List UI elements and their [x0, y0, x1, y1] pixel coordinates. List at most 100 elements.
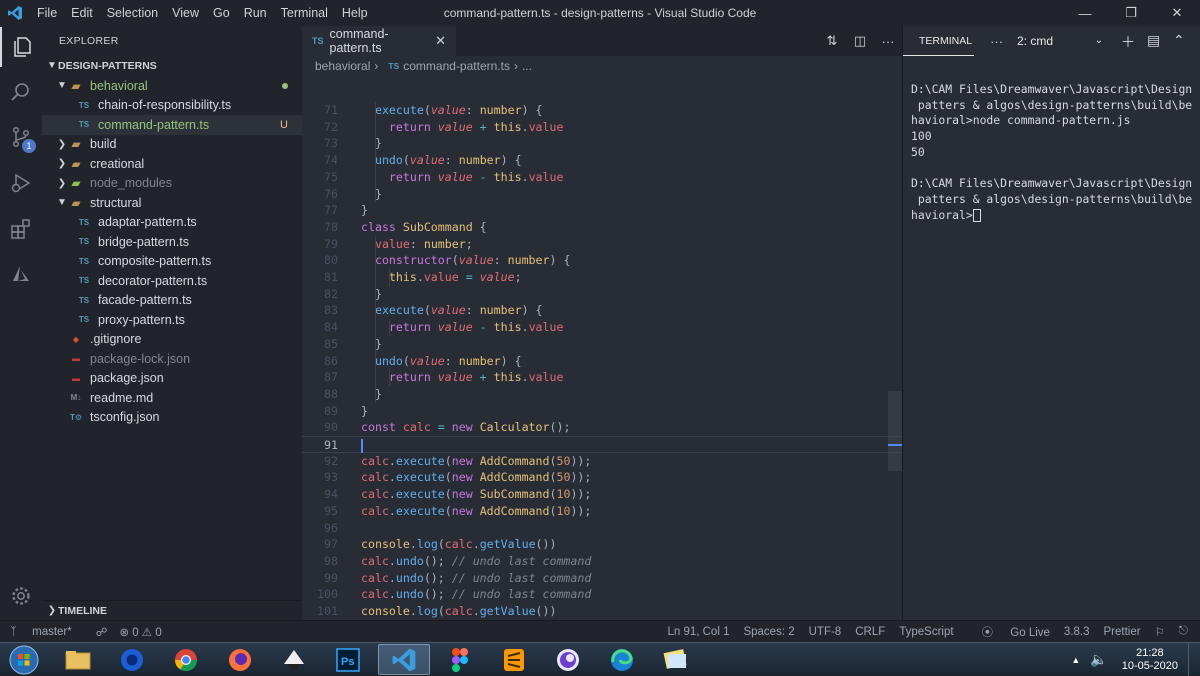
file-tree-item[interactable]: TS bridge-pattern.ts — [42, 232, 302, 252]
menu-item-run[interactable]: Run — [237, 0, 274, 26]
source-control-icon[interactable]: 1 — [0, 117, 42, 157]
split-terminal-icon[interactable]: ▤ — [1147, 32, 1160, 49]
settings-gear-icon[interactable] — [0, 576, 42, 616]
code-line[interactable]: 80 constructor(value: number) { — [302, 252, 902, 269]
maximize-panel-icon[interactable]: ⌃ — [1173, 32, 1185, 49]
problems-indicator[interactable]: ⊗ 0 ⚠ 0 — [119, 625, 161, 639]
close-window-icon[interactable]: ✕ — [1154, 0, 1200, 26]
cursor-position[interactable]: Ln 91, Col 1 — [667, 626, 729, 638]
menu-item-help[interactable]: Help — [335, 0, 375, 26]
file-tree-item[interactable]: TS facade-pattern.ts — [42, 291, 302, 311]
file-tree-item[interactable]: ▼ ▰ structural — [42, 193, 302, 213]
code-line[interactable]: 100 calc.undo(); // undo last command — [302, 586, 902, 603]
minimize-icon[interactable]: — — [1062, 0, 1108, 26]
branch-indicator[interactable]: ᛉ master* — [10, 626, 84, 638]
code-line[interactable]: 75 return value - this.value — [302, 169, 902, 186]
code-line[interactable]: 88 } — [302, 386, 902, 403]
volume-icon[interactable]: 🔈 — [1090, 651, 1107, 668]
terminal-shell-select[interactable]: 2: cmd ⌄ — [1017, 31, 1107, 51]
chrome-taskbar-icon[interactable] — [160, 644, 212, 675]
inkscape-taskbar-icon[interactable] — [268, 644, 320, 675]
search-icon[interactable] — [0, 72, 42, 112]
code-line[interactable]: 98 calc.undo(); // undo last command — [302, 553, 902, 570]
code-line[interactable]: 92 calc.execute(new AddCommand(50)); — [302, 453, 902, 470]
vertical-scrollbar[interactable] — [888, 102, 902, 620]
firefox-dev-taskbar-icon[interactable] — [106, 644, 158, 675]
code-line[interactable]: 99 calc.undo(); // undo last command — [302, 570, 902, 587]
timeline-section[interactable]: ❯ TIMELINE — [42, 600, 302, 620]
tray-expand-icon[interactable]: ▲ — [1071, 655, 1080, 665]
extensions-icon[interactable] — [0, 209, 42, 249]
code-line[interactable]: 84 return value - this.value — [302, 319, 902, 336]
code-line[interactable]: 76 } — [302, 186, 902, 203]
code-line[interactable]: 89} — [302, 403, 902, 420]
start-button-icon[interactable] — [2, 644, 46, 675]
breadcrumb-file[interactable]: command-pattern.ts — [403, 56, 510, 76]
code-line[interactable]: 74 undo(value: number) { — [302, 152, 902, 169]
app-circle-taskbar-icon[interactable] — [542, 644, 594, 675]
live-share-icon[interactable]: ☍ — [96, 625, 108, 639]
sublime-text-taskbar-icon[interactable] — [488, 644, 540, 675]
prettier-status[interactable]: Prettier — [1104, 626, 1141, 638]
language-mode[interactable]: TypeScript — [899, 626, 953, 638]
code-line[interactable]: 95 calc.execute(new AddCommand(10)); — [302, 503, 902, 520]
file-tree-item[interactable]: ▬ package.json — [42, 369, 302, 389]
file-tree-item[interactable]: TS composite-pattern.ts — [42, 252, 302, 272]
file-tree-item[interactable]: TS proxy-pattern.ts — [42, 310, 302, 330]
file-tree-item[interactable]: TS command-pattern.ts U — [42, 115, 302, 135]
figma-taskbar-icon[interactable] — [434, 644, 486, 675]
code-line[interactable]: 78 class SubCommand { — [302, 219, 902, 236]
clock[interactable]: 21:28 10-05-2020 — [1122, 647, 1178, 673]
file-tree-item[interactable]: TS decorator-pattern.ts — [42, 271, 302, 291]
file-tree-item[interactable]: ❯ ▰ node_modules — [42, 174, 302, 194]
menu-item-edit[interactable]: Edit — [64, 0, 100, 26]
code-line[interactable]: 96 — [302, 520, 902, 537]
show-desktop-button[interactable] — [1188, 643, 1200, 676]
explorer-icon[interactable] — [0, 27, 42, 67]
notes-taskbar-icon[interactable] — [650, 644, 702, 675]
code-line[interactable]: 93 calc.execute(new AddCommand(50)); — [302, 469, 902, 486]
new-terminal-plus-icon[interactable]: ＋ — [1121, 32, 1135, 52]
tab-terminal[interactable]: TERMINAL — [903, 26, 975, 56]
file-tree-item[interactable]: T⚙ tsconfig.json — [42, 408, 302, 428]
encoding[interactable]: UTF-8 — [809, 626, 842, 638]
code-line[interactable]: 71 execute(value: number) { — [302, 102, 902, 119]
typescript-version[interactable]: 3.8.3 — [1064, 626, 1090, 638]
file-tree-item[interactable]: ❯ ▰ build — [42, 135, 302, 155]
code-line[interactable]: 81 this.value = value; — [302, 269, 902, 286]
explorer-root-section[interactable]: ▼ DESIGN-PATTERNS — [42, 56, 302, 76]
breadcrumb-folder[interactable]: behavioral — [315, 56, 370, 76]
file-tree-item[interactable]: ▬ package-lock.json — [42, 349, 302, 369]
code-line[interactable]: 82 } — [302, 286, 902, 303]
close-tab-icon[interactable]: ✕ — [435, 33, 446, 49]
file-tree-item[interactable]: TS adaptar-pattern.ts — [42, 213, 302, 233]
code-line[interactable]: 94 calc.execute(new SubCommand(10)); — [302, 486, 902, 503]
terminal-output[interactable]: D:\CAM Files\Dreamwaver\Javascript\Desig… — [903, 56, 1200, 223]
scrollbar-thumb[interactable] — [888, 391, 902, 471]
azure-icon[interactable] — [0, 254, 42, 294]
menu-item-selection[interactable]: Selection — [100, 0, 165, 26]
tab-command-pattern[interactable]: TS command-pattern.ts ✕ — [302, 26, 456, 56]
indentation[interactable]: Spaces: 2 — [743, 626, 794, 638]
code-line[interactable]: 97 console.log(calc.getValue()) — [302, 536, 902, 553]
menu-item-terminal[interactable]: Terminal — [274, 0, 335, 26]
menu-item-go[interactable]: Go — [206, 0, 237, 26]
menu-item-file[interactable]: File — [30, 0, 64, 26]
end-of-line[interactable]: CRLF — [855, 626, 885, 638]
file-tree-item[interactable]: ▼ ▰ behavioral — [42, 76, 302, 96]
code-line[interactable]: 101 console.log(calc.getValue()) — [302, 603, 902, 620]
breadcrumb-symbol[interactable]: ... — [522, 56, 532, 76]
code-line[interactable]: 90 const calc = new Calculator(); — [302, 419, 902, 436]
compare-changes-icon[interactable]: ⇅ — [818, 33, 846, 49]
code-line[interactable]: 73 } — [302, 135, 902, 152]
firefox-taskbar-icon[interactable] — [214, 644, 266, 675]
split-editor-icon[interactable]: ◫ — [846, 33, 874, 49]
go-live-button[interactable]: ⦿ Go Live — [968, 624, 1050, 640]
file-tree-item[interactable]: ❯ ▰ creational — [42, 154, 302, 174]
more-actions-icon[interactable]: ··· — [874, 34, 902, 49]
feedback-icon[interactable]: ⚐ — [1155, 625, 1165, 639]
code-line[interactable]: 77} — [302, 202, 902, 219]
code-line[interactable]: 87 return value + this.value — [302, 369, 902, 386]
run-debug-icon[interactable] — [0, 163, 42, 203]
code-line[interactable]: 91 — [302, 436, 902, 453]
